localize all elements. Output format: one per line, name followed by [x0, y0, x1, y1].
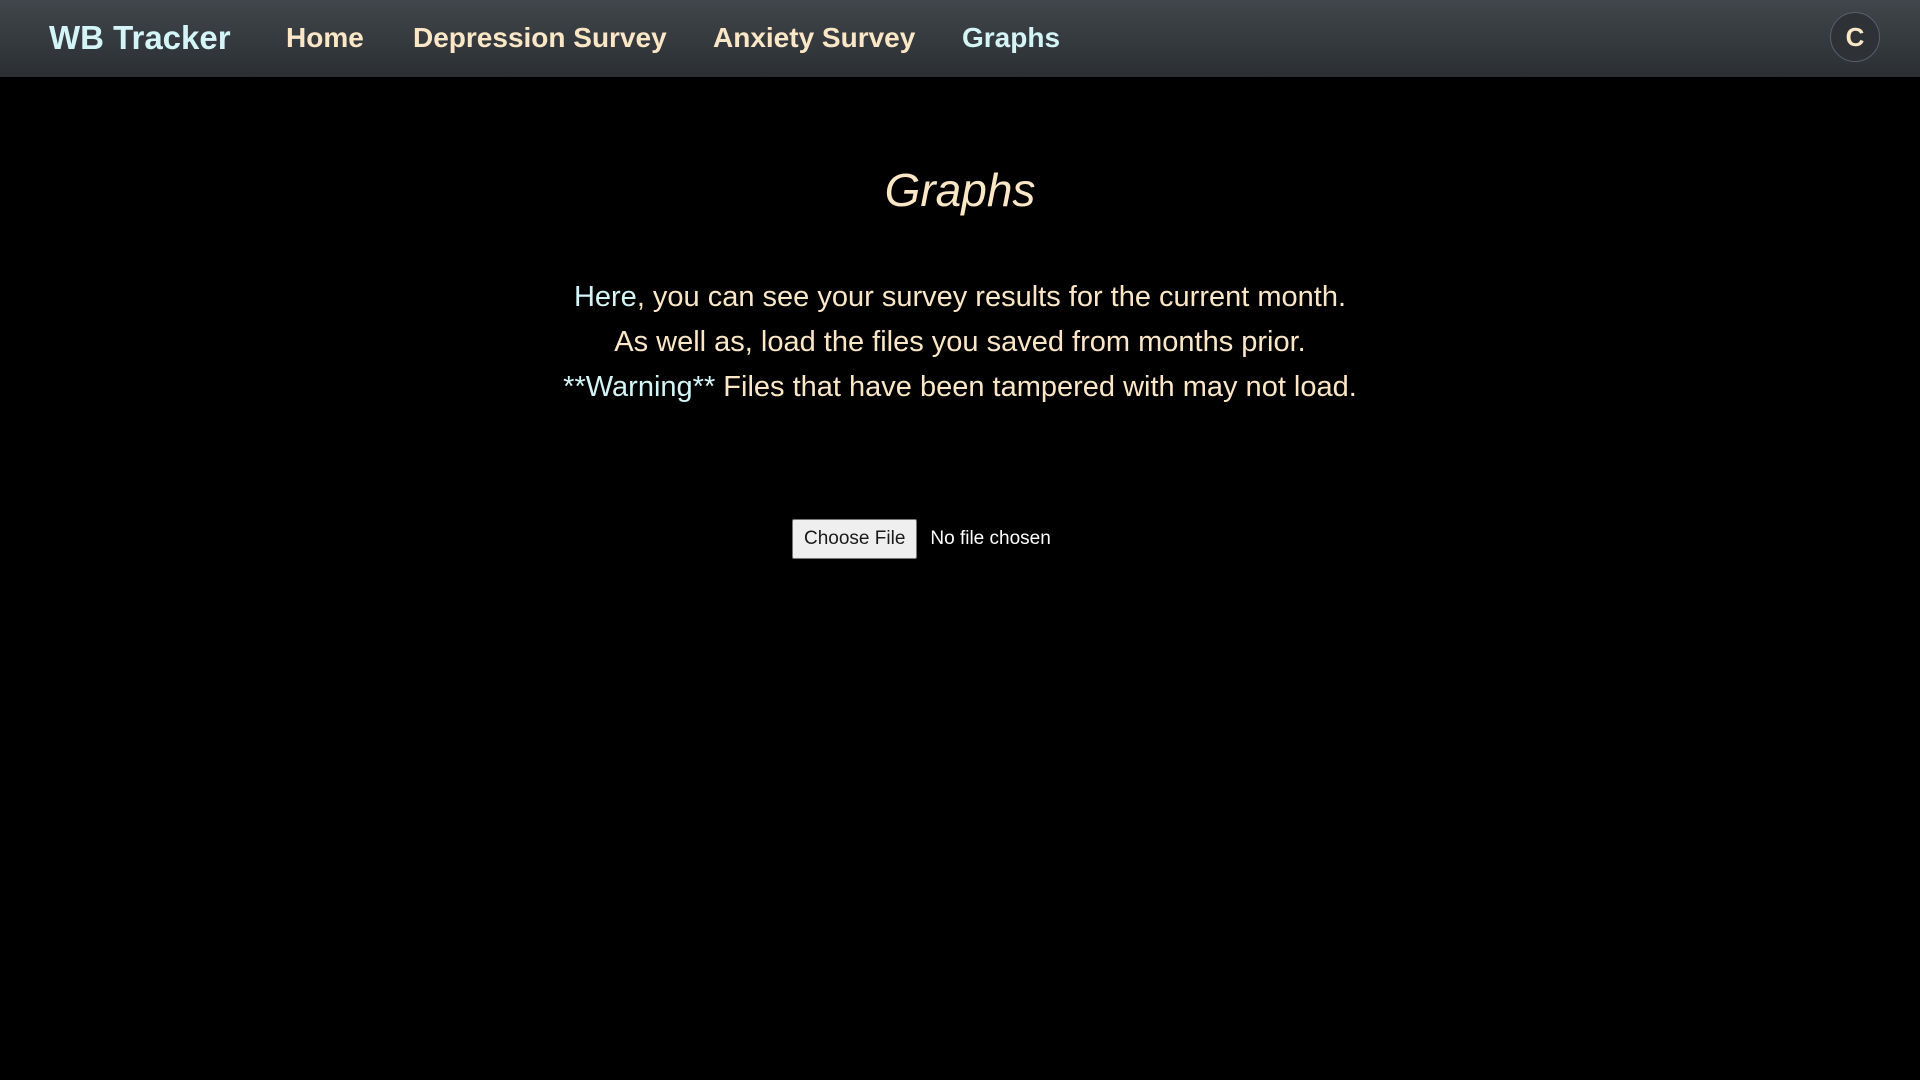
intro-line-2: As well as, load the files you saved fro…	[614, 326, 1306, 358]
intro-line-3-text: Files that have been tampered with may n…	[715, 371, 1357, 403]
top-navbar: WB Tracker Home Depression Survey Anxiet…	[0, 0, 1920, 77]
brand-logo-text[interactable]: WB Tracker	[49, 18, 231, 58]
page-title: Graphs	[884, 164, 1036, 216]
user-avatar-button[interactable]: C	[1830, 12, 1880, 62]
intro-line-1: Here, you can see your survey results fo…	[0, 275, 1920, 320]
file-status-text: No file chosen	[930, 528, 1051, 549]
nav-link-depression-survey[interactable]: Depression Survey	[413, 20, 667, 56]
nav-link-home[interactable]: Home	[286, 20, 364, 56]
intro-line-1-text: , you can see your survey results for th…	[636, 281, 1347, 313]
warning-highlight: **Warning**	[563, 371, 716, 403]
choose-file-button[interactable]: Choose File	[792, 519, 918, 559]
nav-link-graphs[interactable]: Graphs	[962, 20, 1060, 56]
nav-link-anxiety-survey[interactable]: Anxiety Survey	[713, 20, 915, 56]
intro-line-3: **Warning** Files that have been tampere…	[0, 365, 1920, 410]
file-input: Choose File No file chosen	[792, 519, 1051, 559]
intro-text: Here, you can see your survey results fo…	[0, 275, 1920, 410]
here-highlight: Here	[573, 281, 637, 313]
